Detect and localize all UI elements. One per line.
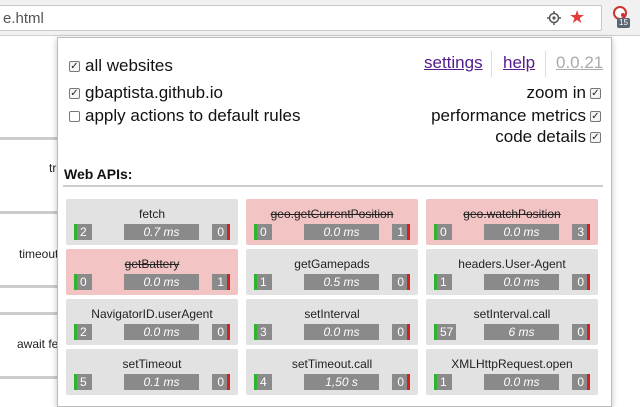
api-card[interactable]: setInterval 3 0.0 ms 0	[246, 299, 418, 345]
api-card[interactable]: geo.getCurrentPosition 0 0.0 ms 1	[246, 199, 418, 245]
extension-popup: ✓ all websites ✓ gbaptista.github.io app…	[57, 37, 612, 407]
checkbox-all-websites[interactable]: ✓	[69, 61, 80, 72]
api-card[interactable]: geo.watchPosition 0 0.0 ms 3	[426, 199, 598, 245]
browser-toolbar: e.html ★ 15	[0, 0, 640, 36]
checkbox-code-details[interactable]: ✓	[590, 132, 601, 143]
option-site[interactable]: ✓ gbaptista.github.io	[69, 83, 223, 103]
allowed-count: 5	[74, 374, 92, 390]
checkbox-zoom-in[interactable]: ✓	[590, 88, 601, 99]
api-card[interactable]: XMLHttpRequest.open 1 0.0 ms 0	[426, 349, 598, 395]
api-name: setTimeout.call	[246, 357, 418, 371]
star-icon[interactable]: ★	[569, 7, 585, 27]
api-card[interactable]: fetch 2 0.7 ms 0	[66, 199, 238, 245]
settings-link[interactable]: settings	[424, 53, 483, 73]
api-card[interactable]: setTimeout 5 0.1 ms 0	[66, 349, 238, 395]
blocked-count: 0	[572, 324, 590, 340]
api-name: setTimeout	[66, 357, 238, 371]
blocked-count: 0	[572, 374, 590, 390]
api-name: XMLHttpRequest.open	[426, 357, 598, 371]
blocked-count: 0	[212, 324, 230, 340]
link-separator	[545, 51, 546, 77]
bg-snippet: await fe	[17, 337, 58, 351]
allowed-count: 1	[434, 374, 452, 390]
blocked-count: 0	[392, 274, 410, 290]
checkbox-apply-default-rules[interactable]	[69, 111, 80, 122]
execution-time: 0.0 ms	[304, 324, 379, 340]
allowed-count: 0	[254, 224, 272, 240]
api-name: setInterval.call	[426, 307, 598, 321]
execution-time: 0.0 ms	[484, 224, 559, 240]
bg-snippet: timeout	[19, 247, 58, 261]
execution-time: 0.0 ms	[124, 324, 199, 340]
execution-time: 0.1 ms	[124, 374, 199, 390]
execution-time: 0.5 ms	[304, 274, 379, 290]
address-bar[interactable]: e.html ★	[0, 5, 602, 31]
allowed-count: 0	[74, 274, 92, 290]
allowed-count: 1	[434, 274, 452, 290]
execution-time: 0.0 ms	[484, 374, 559, 390]
option-zoom-in[interactable]: zoom in ✓	[526, 83, 601, 103]
api-card[interactable]: getGamepads 1 0.5 ms 0	[246, 249, 418, 295]
extension-icon[interactable]: 15	[612, 6, 634, 30]
api-name: geo.watchPosition	[426, 207, 598, 221]
blocked-count: 3	[572, 224, 590, 240]
bg-snippet: tr	[49, 161, 56, 175]
api-card[interactable]: headers.User-Agent 1 0.0 ms 0	[426, 249, 598, 295]
api-name: getBattery	[66, 257, 238, 271]
api-card[interactable]: setTimeout.call 4 1,50 s 0	[246, 349, 418, 395]
execution-time: 0.0 ms	[304, 224, 379, 240]
api-card[interactable]: NavigatorID.userAgent 2 0.0 ms 0	[66, 299, 238, 345]
api-name: geo.getCurrentPosition	[246, 207, 418, 221]
option-performance-metrics[interactable]: performance metrics ✓	[431, 106, 601, 126]
api-card[interactable]: setInterval.call 57 6 ms 0	[426, 299, 598, 345]
execution-time: 0.0 ms	[124, 274, 199, 290]
bg-divider	[0, 312, 57, 315]
blocked-count: 0	[392, 374, 410, 390]
address-bar-url[interactable]: e.html	[3, 10, 44, 27]
checkbox-site[interactable]: ✓	[69, 88, 80, 99]
option-code-details[interactable]: code details ✓	[495, 127, 601, 147]
bg-divider	[0, 376, 57, 379]
api-card[interactable]: getBattery 0 0.0 ms 1	[66, 249, 238, 295]
option-all-websites[interactable]: ✓ all websites	[69, 56, 173, 76]
allowed-count: 2	[74, 324, 92, 340]
allowed-count: 1	[254, 274, 272, 290]
blocked-count: 0	[212, 224, 230, 240]
extension-badge: 15	[617, 18, 630, 28]
allowed-count: 0	[434, 224, 452, 240]
api-name: setInterval	[246, 307, 418, 321]
blocked-count: 1	[392, 224, 410, 240]
version-link[interactable]: 0.0.21	[556, 53, 603, 73]
api-name: fetch	[66, 207, 238, 221]
allowed-count: 2	[74, 224, 92, 240]
web-apis-title: Web APIs:	[64, 166, 132, 182]
execution-time: 0.7 ms	[124, 224, 199, 240]
section-divider	[63, 185, 603, 187]
bg-divider	[0, 285, 57, 288]
execution-time: 0.0 ms	[484, 274, 559, 290]
allowed-count: 3	[254, 324, 272, 340]
help-link[interactable]: help	[503, 53, 535, 73]
blocked-count: 1	[212, 274, 230, 290]
checkbox-performance-metrics[interactable]: ✓	[590, 111, 601, 122]
blocked-count: 0	[212, 374, 230, 390]
link-separator	[491, 51, 492, 77]
bg-divider	[0, 211, 57, 214]
allowed-count: 57	[434, 324, 456, 340]
allowed-count: 4	[254, 374, 272, 390]
api-name: getGamepads	[246, 257, 418, 271]
blocked-count: 0	[392, 324, 410, 340]
api-name: headers.User-Agent	[426, 257, 598, 271]
bg-divider	[0, 137, 57, 140]
execution-time: 1,50 s	[304, 374, 379, 390]
target-icon[interactable]	[547, 11, 561, 25]
execution-time: 6 ms	[484, 324, 559, 340]
blocked-count: 0	[572, 274, 590, 290]
option-apply-default-rules[interactable]: apply actions to default rules	[69, 106, 300, 126]
api-name: NavigatorID.userAgent	[66, 307, 238, 321]
